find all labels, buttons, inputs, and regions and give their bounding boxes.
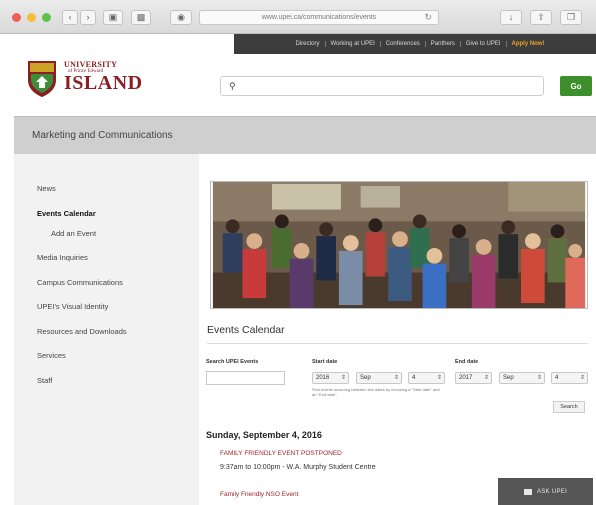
- utility-bar: Directory Working at UPEI Conferences Pa…: [14, 34, 596, 54]
- close-window-icon[interactable]: [12, 13, 21, 22]
- chevron-down-icon: ⇕: [536, 375, 542, 381]
- start-year-select[interactable]: 2016 ⇕: [312, 372, 349, 384]
- sidebar-item-add-an-event[interactable]: Add an Event: [37, 229, 127, 254]
- events-search-button[interactable]: Search: [553, 401, 585, 413]
- end-day-select[interactable]: 4 ⇕: [551, 372, 588, 384]
- tabs-overview-icon[interactable]: ❐: [560, 10, 582, 25]
- search-icon: ⚲: [229, 81, 236, 91]
- date-range-hint: Find events occurring between two dates …: [312, 387, 440, 397]
- end-year-select[interactable]: 2017 ⇕: [455, 372, 492, 384]
- events-hero-image: [210, 181, 588, 309]
- event-title-link[interactable]: FAMILY FRIENDLY EVENT POSTPONED: [220, 450, 342, 457]
- share-icon[interactable]: ⇧: [530, 10, 552, 25]
- nav-working-at-upei[interactable]: Working at UPEI: [326, 41, 381, 47]
- end-year-value: 2017: [459, 375, 473, 381]
- event-time-location: 9:37am to 10:00pm - W.A. Murphy Student …: [220, 464, 376, 471]
- sidebar-item-campus-communications[interactable]: Campus Communications: [37, 278, 127, 303]
- top-sites-icon[interactable]: ▩: [131, 10, 151, 25]
- search-events-label: Search UPEI Events: [206, 359, 259, 365]
- section-title[interactable]: Marketing and Communications: [32, 130, 173, 141]
- nav-give-to-upei[interactable]: Give to UPEI: [461, 41, 507, 47]
- search-go-button[interactable]: Go: [560, 76, 592, 96]
- download-icon[interactable]: ↓: [500, 10, 522, 25]
- section-banner: Marketing and Communications: [14, 116, 596, 154]
- start-year-value: 2016: [316, 375, 330, 381]
- site-search-input[interactable]: [243, 79, 539, 93]
- privacy-icon[interactable]: ◉: [170, 10, 192, 25]
- site-search-box[interactable]: ⚲: [220, 76, 544, 96]
- start-month-value: Sep: [360, 375, 371, 381]
- start-date-label: Start date: [312, 359, 338, 365]
- day-heading: Sunday, September 4, 2016: [206, 430, 322, 440]
- back-icon[interactable]: ‹: [62, 10, 78, 25]
- sidebar: News Events Calendar Add an Event Media …: [14, 154, 199, 505]
- chevron-down-icon: ⇕: [579, 375, 585, 381]
- ask-upei-label: ASK UPEI: [536, 488, 568, 495]
- chevron-down-icon: ⇕: [340, 375, 346, 381]
- sidebar-item-staff[interactable]: Staff: [37, 376, 127, 401]
- sidebar-item-services[interactable]: Services: [37, 351, 127, 376]
- ask-upei-button[interactable]: ASK UPEI: [498, 478, 593, 505]
- utility-nav: Directory Working at UPEI Conferences Pa…: [234, 34, 596, 54]
- end-month-value: Sep: [503, 375, 514, 381]
- zoom-window-icon[interactable]: [42, 13, 51, 22]
- wordmark-line1: UNIVERSITY: [64, 60, 118, 69]
- url-text: www.upei.ca/communications/events: [261, 14, 377, 21]
- sidebar-item-events-calendar[interactable]: Events Calendar: [37, 209, 127, 229]
- sidebar-item-visual-identity[interactable]: UPEI's Visual Identity: [37, 302, 127, 327]
- nav-panthers[interactable]: Panthers: [426, 41, 461, 47]
- nav-apply-now[interactable]: Apply Now!: [507, 41, 550, 47]
- university-shield-logo[interactable]: [27, 60, 57, 98]
- envelope-icon: [523, 488, 532, 495]
- site-header: UNIVERSITY of Prince Edward ISLAND ⚲ Go: [14, 54, 596, 116]
- start-day-value: 4: [412, 375, 416, 381]
- chevron-down-icon: ⇕: [483, 375, 489, 381]
- sidebar-item-media-inquiries[interactable]: Media Inquiries: [37, 253, 127, 278]
- minimize-window-icon[interactable]: [27, 13, 36, 22]
- end-month-select[interactable]: Sep ⇕: [499, 372, 545, 384]
- sidebar-nav: News Events Calendar Add an Event Media …: [37, 184, 127, 400]
- university-wordmark[interactable]: UNIVERSITY of Prince Edward ISLAND: [64, 60, 143, 94]
- start-month-select[interactable]: Sep ⇕: [356, 372, 402, 384]
- sidebar-toggle-icon[interactable]: ▣: [103, 10, 123, 25]
- sidebar-item-news[interactable]: News: [37, 184, 127, 209]
- event-title-link[interactable]: Family Friendly NSO Event: [220, 491, 298, 498]
- page-title: Events Calendar: [207, 324, 285, 336]
- chevron-down-icon: ⇕: [393, 375, 399, 381]
- end-date-label: End date: [455, 359, 479, 365]
- nav-conferences[interactable]: Conferences: [381, 41, 426, 47]
- chevron-down-icon: ⇕: [436, 375, 442, 381]
- start-day-select[interactable]: 4 ⇕: [408, 372, 445, 384]
- search-events-input[interactable]: [206, 371, 285, 385]
- sidebar-item-resources-downloads[interactable]: Resources and Downloads: [37, 327, 127, 352]
- title-divider: [207, 343, 588, 344]
- end-day-value: 4: [555, 375, 559, 381]
- nav-directory[interactable]: Directory: [291, 41, 326, 47]
- reload-icon[interactable]: ↻: [424, 12, 432, 23]
- forward-icon[interactable]: ›: [80, 10, 96, 25]
- address-bar[interactable]: www.upei.ca/communications/events ↻: [199, 10, 439, 25]
- browser-toolbar: ‹ › ▣ ▩ ◉ www.upei.ca/communications/eve…: [0, 0, 596, 34]
- wordmark-line3: ISLAND: [64, 72, 143, 94]
